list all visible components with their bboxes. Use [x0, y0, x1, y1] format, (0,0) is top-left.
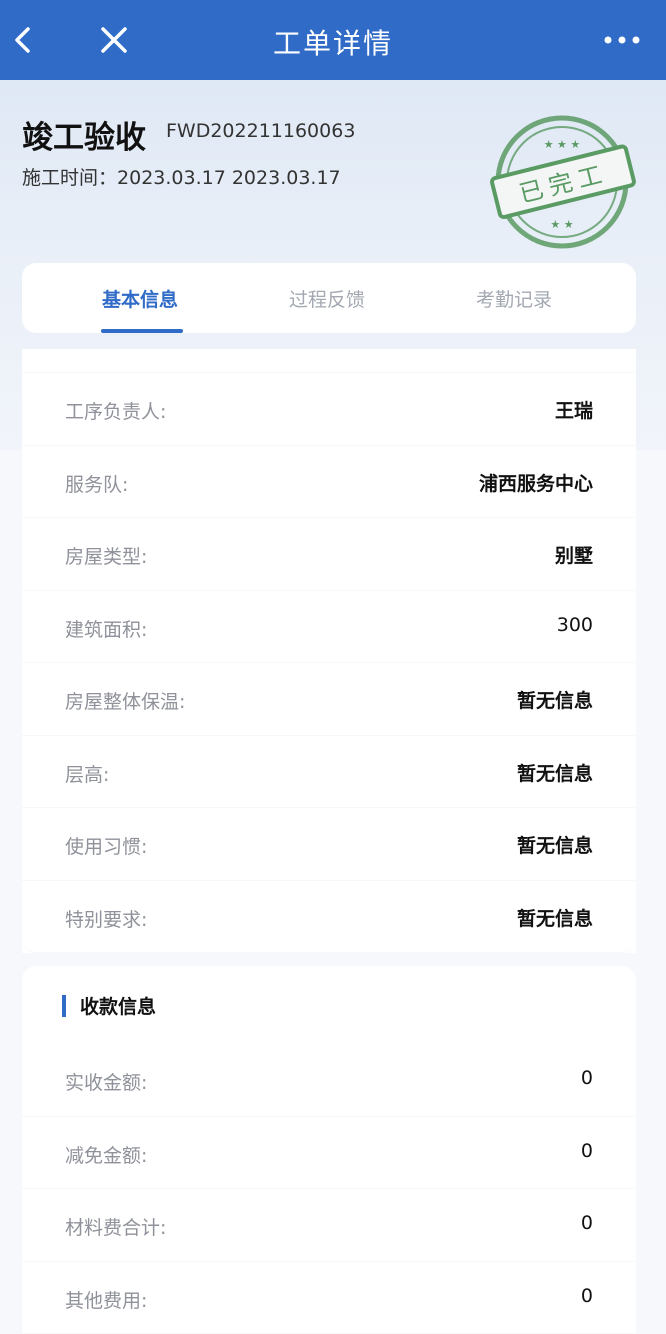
row-value: 暂无信息: [517, 686, 593, 713]
list-item: 材料费合计: 0: [22, 1189, 636, 1262]
row-value: 0: [581, 1067, 593, 1089]
tab-bar: 基本信息 过程反馈 考勤记录: [22, 263, 636, 333]
more-dots-icon: [602, 30, 642, 50]
payment-info-list: 实收金额: 0 减免金额: 0 材料费合计: 0 其他费用: 0: [22, 1044, 636, 1334]
row-label: 使用习惯:: [65, 832, 147, 859]
row-label: 层高:: [65, 760, 109, 787]
completed-stamp: 已完工 ★ ★ ★ ★ ★: [490, 110, 640, 250]
list-item: 建筑面积: 300: [22, 591, 636, 664]
row-value: 300: [557, 614, 593, 636]
more-button[interactable]: [602, 30, 642, 50]
row-value: 暂无信息: [517, 904, 593, 931]
list-item: 减免金额: 0: [22, 1117, 636, 1190]
row-value: 别墅: [555, 541, 593, 568]
list-item: 其他费用: 0: [22, 1262, 636, 1334]
row-label: 其他费用:: [65, 1286, 147, 1313]
list-item: 服务队: 浦西服务中心: [22, 446, 636, 519]
top-bar: 工单详情: [0, 0, 666, 80]
section-accent-bar: [62, 995, 66, 1017]
section-title: 收款信息: [80, 992, 156, 1019]
row-label: 工序负责人:: [65, 397, 166, 424]
row-value: 0: [581, 1212, 593, 1234]
list-item: 实收金额: 0: [22, 1044, 636, 1117]
row-label: 材料费合计:: [65, 1213, 166, 1240]
list-item: 房屋整体保温: 暂无信息: [22, 663, 636, 736]
row-label: 实收金额:: [65, 1068, 147, 1095]
tab-basic-info[interactable]: 基本信息: [102, 285, 178, 312]
list-item: 房屋类型: 别墅: [22, 518, 636, 591]
row-label: 房屋类型:: [65, 542, 147, 569]
order-code: FWD202211160063: [166, 120, 355, 142]
row-value: 暂无信息: [517, 759, 593, 786]
page-title: 工单详情: [0, 22, 666, 62]
row-value: 暂无信息: [517, 831, 593, 858]
construction-time-value: 2023.03.17 2023.03.17: [117, 167, 341, 189]
row-label: 建筑面积:: [65, 615, 147, 642]
list-item: 层高: 暂无信息: [22, 736, 636, 809]
row-label: 减免金额:: [65, 1141, 147, 1168]
row-value: 浦西服务中心: [479, 469, 593, 496]
row-value: 0: [581, 1285, 593, 1307]
row-value: 王瑞: [555, 396, 593, 423]
active-tab-indicator: [101, 329, 183, 333]
list-item: 特别要求: 暂无信息: [22, 881, 636, 954]
construction-time: 施工时间：2023.03.17 2023.03.17: [22, 163, 341, 190]
svg-text:★ ★: ★ ★: [550, 218, 573, 231]
order-name: 竣工验收: [22, 112, 146, 157]
list-item: 工序负责人: 王瑞: [22, 373, 636, 446]
row-label: 房屋整体保温:: [65, 687, 185, 714]
payment-section-header: 收款信息: [22, 966, 636, 1044]
svg-text:★ ★ ★: ★ ★ ★: [544, 138, 581, 151]
tab-process-feedback[interactable]: 过程反馈: [289, 285, 365, 312]
row-value: 0: [581, 1140, 593, 1162]
list-item-partial: [22, 349, 636, 373]
row-label: 特别要求:: [65, 905, 147, 932]
construction-time-label: 施工时间：: [22, 167, 117, 189]
basic-info-list: 工序负责人: 王瑞 服务队: 浦西服务中心 房屋类型: 别墅 建筑面积: 300…: [22, 349, 636, 953]
tab-attendance-records[interactable]: 考勤记录: [476, 285, 552, 312]
list-item: 使用习惯: 暂无信息: [22, 808, 636, 881]
row-label: 服务队:: [65, 470, 128, 497]
